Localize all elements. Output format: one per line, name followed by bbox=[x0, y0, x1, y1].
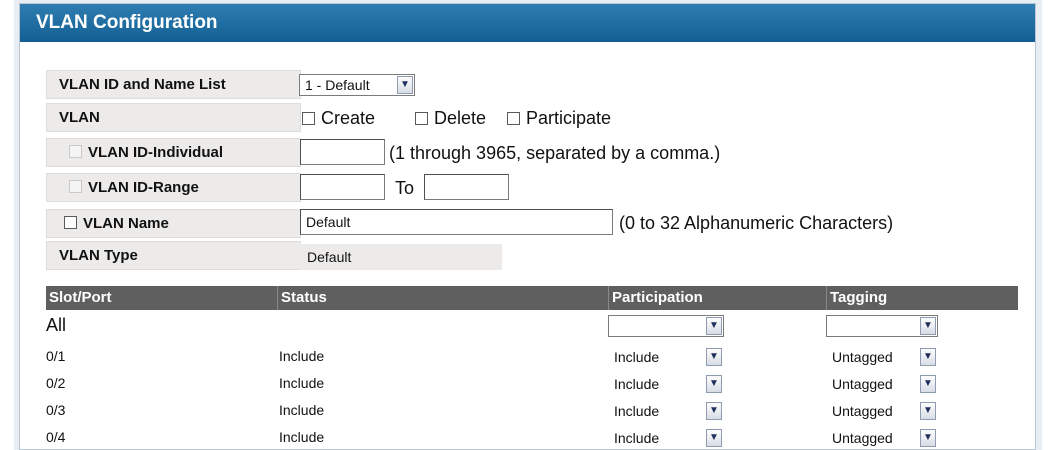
chevron-down-icon[interactable]: ▼ bbox=[397, 76, 413, 94]
row-status: Include bbox=[279, 375, 325, 391]
chevron-down-icon[interactable]: ▼ bbox=[920, 429, 936, 447]
vlan-configuration-panel: VLAN Configuration VLAN ID and Name List… bbox=[19, 3, 1036, 450]
vlan-id-range-to-label: To bbox=[395, 178, 415, 198]
row-port: 0/3 bbox=[46, 402, 66, 418]
checkbox-icon[interactable] bbox=[64, 216, 77, 229]
column-header-participation: Participation bbox=[608, 286, 826, 310]
row-port: 0/1 bbox=[46, 348, 66, 364]
vlan-create-option[interactable]: Create bbox=[302, 106, 375, 130]
row-status: Include bbox=[279, 402, 325, 418]
vlan-id-individual-label: VLAN ID-Individual bbox=[46, 138, 301, 167]
row-port: 0/4 bbox=[46, 429, 66, 445]
vlan-name-hint: (0 to 32 Alphanumeric Characters) bbox=[619, 213, 894, 233]
participation-select[interactable]: Include ▼ bbox=[608, 373, 724, 395]
checkbox-icon[interactable] bbox=[507, 112, 520, 125]
participation-select[interactable]: Include ▼ bbox=[608, 346, 724, 368]
tagging-select[interactable]: Untagged ▼ bbox=[826, 400, 938, 422]
column-header-slot-port: Slot/Port bbox=[49, 289, 112, 306]
vlan-id-individual-input[interactable] bbox=[300, 139, 385, 165]
chevron-down-icon[interactable]: ▼ bbox=[706, 348, 722, 366]
vlan-id-individual-hint: (1 through 3965, separated by a comma.) bbox=[389, 143, 721, 163]
vlan-type-value: Default bbox=[299, 244, 502, 270]
checkbox-icon[interactable] bbox=[69, 145, 82, 158]
column-header-status: Status bbox=[277, 286, 608, 310]
row-port: 0/2 bbox=[46, 375, 66, 391]
chevron-down-icon[interactable]: ▼ bbox=[920, 375, 936, 393]
vlan-form: VLAN ID and Name List 1 - Default ▼ VLAN… bbox=[20, 4, 1035, 449]
all-row-label: All bbox=[46, 315, 67, 335]
participation-select[interactable]: Include ▼ bbox=[608, 427, 724, 449]
vlan-participate-option[interactable]: Participate bbox=[507, 106, 611, 130]
ports-table-header: Slot/Port Status Participation Tagging bbox=[46, 286, 1018, 310]
vlan-name-input[interactable]: Default bbox=[300, 209, 613, 235]
chevron-down-icon[interactable]: ▼ bbox=[706, 429, 722, 447]
tagging-select[interactable]: Untagged ▼ bbox=[826, 373, 938, 395]
participation-select[interactable]: Include ▼ bbox=[608, 400, 724, 422]
vlan-id-name-list-label: VLAN ID and Name List bbox=[46, 70, 301, 99]
chevron-down-icon[interactable]: ▼ bbox=[706, 402, 722, 420]
chevron-down-icon[interactable]: ▼ bbox=[706, 317, 722, 335]
row-status: Include bbox=[279, 429, 325, 445]
row-status: Include bbox=[279, 348, 325, 364]
chevron-down-icon[interactable]: ▼ bbox=[920, 402, 936, 420]
vlan-id-range-to-input[interactable] bbox=[424, 174, 509, 200]
tagging-select[interactable]: Untagged ▼ bbox=[826, 427, 938, 449]
checkbox-icon[interactable] bbox=[69, 180, 82, 193]
column-header-tagging: Tagging bbox=[826, 286, 1018, 310]
all-participation-select[interactable]: ▼ bbox=[608, 315, 724, 337]
vlan-id-name-list-select[interactable]: 1 - Default ▼ bbox=[299, 74, 415, 96]
chevron-down-icon[interactable]: ▼ bbox=[706, 375, 722, 393]
vlan-name-label: VLAN Name bbox=[46, 209, 301, 238]
vlan-type-label: VLAN Type bbox=[46, 241, 301, 270]
checkbox-icon[interactable] bbox=[302, 112, 315, 125]
vlan-label: VLAN bbox=[46, 103, 301, 132]
all-tagging-select[interactable]: ▼ bbox=[826, 315, 938, 337]
vlan-id-range-from-input[interactable] bbox=[300, 174, 385, 200]
chevron-down-icon[interactable]: ▼ bbox=[920, 317, 936, 335]
tagging-select[interactable]: Untagged ▼ bbox=[826, 346, 938, 368]
chevron-down-icon[interactable]: ▼ bbox=[920, 348, 936, 366]
vlan-id-range-label: VLAN ID-Range bbox=[46, 173, 301, 202]
vlan-delete-option[interactable]: Delete bbox=[415, 106, 486, 130]
vlan-id-name-list-value: 1 - Default bbox=[305, 77, 370, 93]
checkbox-icon[interactable] bbox=[415, 112, 428, 125]
